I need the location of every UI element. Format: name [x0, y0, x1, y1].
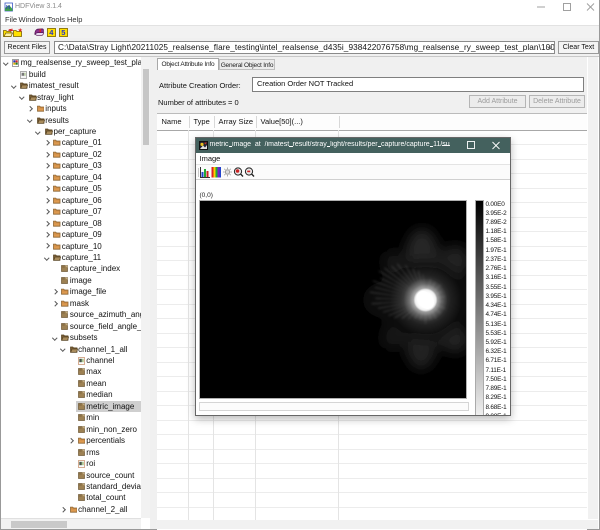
svg-text:5: 5	[61, 28, 65, 37]
svg-text:H: H	[6, 5, 10, 11]
